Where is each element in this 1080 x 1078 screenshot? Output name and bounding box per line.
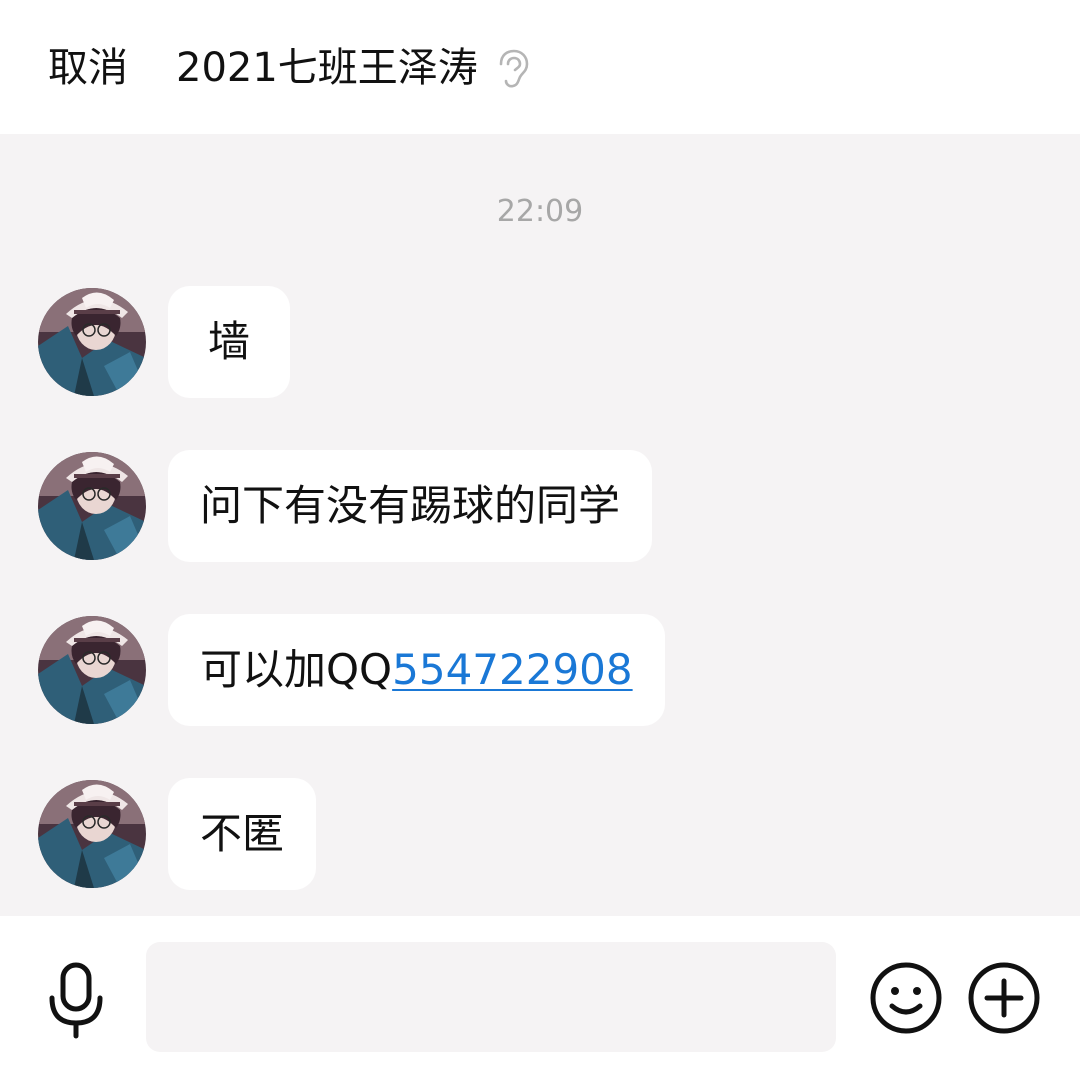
avatar[interactable] (38, 616, 146, 724)
message-row: 问下有没有踢球的同学 (0, 450, 1080, 562)
message-text: 可以加QQ (200, 645, 393, 694)
message-row: 不匿 (0, 778, 1080, 890)
cancel-button[interactable]: 取消 (48, 40, 128, 96)
message-row: 墙 (0, 286, 1080, 398)
message-bubble[interactable]: 不匿 (168, 778, 317, 890)
qq-number-link[interactable]: 554722908 (392, 645, 633, 694)
message-timestamp: 22:09 (496, 194, 584, 229)
message-bubble[interactable]: 问下有没有踢球的同学 (168, 450, 653, 562)
input-bar (0, 916, 1080, 1078)
message-bubble[interactable]: 可以加QQ554722908 (168, 614, 665, 726)
avatar[interactable] (38, 780, 146, 888)
avatar[interactable] (38, 452, 146, 560)
message-bubble[interactable]: 墙 (168, 286, 291, 398)
chat-title: 2021七班王泽涛 (176, 45, 478, 91)
message-input[interactable] (146, 942, 836, 1052)
emoji-icon[interactable] (868, 960, 944, 1036)
ear-icon[interactable] (496, 48, 530, 90)
microphone-icon[interactable] (44, 962, 108, 1040)
plus-icon[interactable] (966, 960, 1042, 1036)
chat-header: 取消 2021七班王泽涛 (0, 0, 1080, 134)
message-list[interactable]: 22:09 墙 问下有没有踢球的同学 可以加QQ554722908 不匿 (0, 134, 1080, 916)
avatar[interactable] (38, 288, 146, 396)
message-row: 可以加QQ554722908 (0, 614, 1080, 726)
